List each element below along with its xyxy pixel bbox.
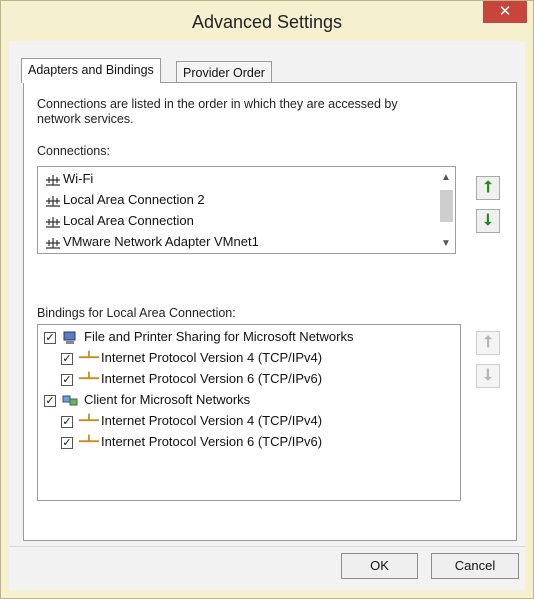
down-arrow-icon: ⭣ — [484, 367, 492, 384]
tab-panel: Connections are listed in the order in w… — [23, 82, 517, 541]
list-item[interactable]: ✓ ━┻━ Internet Protocol Version 6 (TCP/IPv… — [61, 368, 322, 389]
move-binding-up-button[interactable]: ⭡ — [476, 331, 500, 355]
bindings-label: Bindings for Local Area Connection: — [37, 306, 236, 320]
cancel-button[interactable]: Cancel — [431, 553, 519, 579]
protocol-icon: ━┻━ — [79, 415, 99, 428]
tab-provider-order[interactable]: Provider Order — [176, 61, 272, 83]
tab-adapters-and-bindings[interactable]: Adapters and Bindings — [21, 58, 161, 83]
up-arrow-icon: ⭡ — [484, 179, 492, 196]
scroll-down-icon[interactable]: ▼ — [438, 236, 454, 252]
list-item[interactable]: ✓ Client for Microsoft Networks — [44, 389, 250, 410]
dialog-client-area: Adapters and Bindings Provider Order Con… — [9, 41, 525, 590]
binding-checkbox[interactable]: ✓ — [61, 373, 73, 386]
file-printer-sharing-icon — [63, 331, 76, 344]
list-item[interactable]: Local Area Connection — [44, 210, 194, 231]
move-connection-up-button[interactable]: ⭡ — [476, 176, 500, 200]
list-item[interactable]: VMware Network Adapter VMnet1 — [44, 231, 259, 252]
network-adapter-icon — [46, 174, 60, 186]
bindings-list[interactable]: ✓ File and Printer Sharing for Microsoft … — [37, 324, 461, 501]
list-item[interactable]: ✓ ━┻━ Internet Protocol Version 6 (TCP/IPv… — [61, 431, 322, 452]
footer-divider — [9, 546, 525, 547]
network-adapter-icon — [46, 216, 60, 228]
list-item[interactable]: ✓ File and Printer Sharing for Microsoft … — [44, 326, 353, 347]
protocol-icon: ━┻━ — [79, 436, 99, 449]
binding-checkbox[interactable]: ✓ — [44, 331, 56, 344]
network-adapter-icon — [46, 237, 60, 249]
binding-checkbox[interactable]: ✓ — [61, 415, 73, 428]
protocol-icon: ━┻━ — [79, 373, 99, 386]
move-connection-down-button[interactable]: ⭣ — [476, 209, 500, 233]
close-icon: ✕ — [498, 3, 512, 20]
list-item[interactable]: ✓ ━┻━ Internet Protocol Version 4 (TCP/IPv… — [61, 347, 322, 368]
window-title: Advanced Settings — [191, 12, 343, 32]
list-item[interactable]: Local Area Connection 2 — [44, 189, 205, 210]
list-item[interactable]: ✓ ━┻━ Internet Protocol Version 4 (TCP/IPv… — [61, 410, 322, 431]
title-bar[interactable]: Advanced Settings ✕ — [1, 1, 533, 41]
move-binding-down-button[interactable]: ⭣ — [476, 364, 500, 388]
connections-list[interactable]: Wi-Fi Local Area Connection 2 Local Area… — [37, 166, 456, 254]
binding-checkbox[interactable]: ✓ — [44, 394, 56, 407]
binding-checkbox[interactable]: ✓ — [61, 352, 73, 365]
list-item[interactable]: Wi-Fi — [44, 168, 93, 189]
connections-scrollbar[interactable]: ▲ ▼ — [438, 168, 454, 252]
description-line-2: network services. — [37, 112, 134, 126]
protocol-icon: ━┻━ — [79, 352, 99, 365]
description-line-1: Connections are listed in the order in w… — [37, 97, 398, 111]
connections-label: Connections: — [37, 144, 110, 158]
down-arrow-icon: ⭣ — [484, 212, 492, 229]
scroll-up-icon[interactable]: ▲ — [438, 170, 454, 186]
up-arrow-icon: ⭡ — [484, 334, 492, 351]
network-adapter-icon — [46, 195, 60, 207]
binding-checkbox[interactable]: ✓ — [61, 436, 73, 449]
advanced-settings-window: Advanced Settings ✕ Adapters and Binding… — [0, 0, 534, 599]
scrollbar-thumb[interactable] — [440, 190, 453, 222]
close-button[interactable]: ✕ — [483, 1, 527, 23]
network-client-icon — [62, 395, 78, 406]
ok-button[interactable]: OK — [341, 553, 418, 579]
